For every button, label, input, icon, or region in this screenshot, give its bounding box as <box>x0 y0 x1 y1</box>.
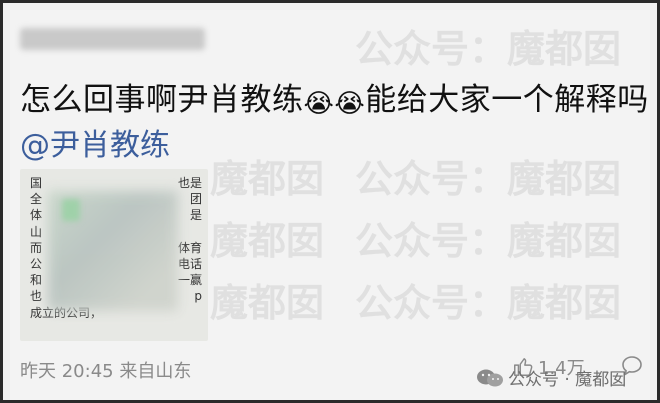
watermark: 公众号：魔都囡 <box>355 157 622 201</box>
crying-emoji-icon: 😭 <box>334 89 366 119</box>
post-location: 来自山东 <box>119 361 192 382</box>
blurred-region <box>62 199 80 221</box>
blurred-username <box>20 28 205 50</box>
watermark: 魔都囡 <box>210 219 325 263</box>
post-text: 怎么回事啊尹肖教练😭😭能给大家一个解释吗 <box>20 74 649 119</box>
image-attachment[interactable]: 国也是 全团 体是 山 而体育 公电话 和一赢 也p 成立的公司， <box>20 169 208 341</box>
weibo-post-card: 公众号：魔都囡 魔都囡 公众号：魔都囡 魔都囡 公众号：魔都囡 魔都囡 公众号：… <box>0 0 660 403</box>
post-text-part: 怎么回事啊尹肖教练 <box>20 82 304 118</box>
watermark: 公众号：魔都囡 <box>355 27 622 71</box>
mention-link[interactable]: @尹肖教练 <box>20 120 170 164</box>
wechat-icon <box>477 369 503 386</box>
watermark: 公众号：魔都囡 <box>355 219 622 263</box>
wechat-badge-text: 公众号 · 魔都囡 <box>508 370 627 390</box>
post-meta: 昨天 20:45 来自山东 <box>20 357 191 383</box>
doc-line: 国也是 <box>30 176 202 190</box>
post-time: 昨天 20:45 <box>20 361 114 382</box>
wechat-watermark-badge: 公众号 · 魔都囡 <box>476 365 626 390</box>
post-text-part: 能给大家一个解释吗 <box>365 82 649 118</box>
crying-emoji-icon: 😭 <box>303 89 335 119</box>
watermark: 魔都囡 <box>210 157 325 201</box>
watermark: 公众号：魔都囡 <box>355 281 622 325</box>
watermark: 魔都囡 <box>210 281 325 325</box>
